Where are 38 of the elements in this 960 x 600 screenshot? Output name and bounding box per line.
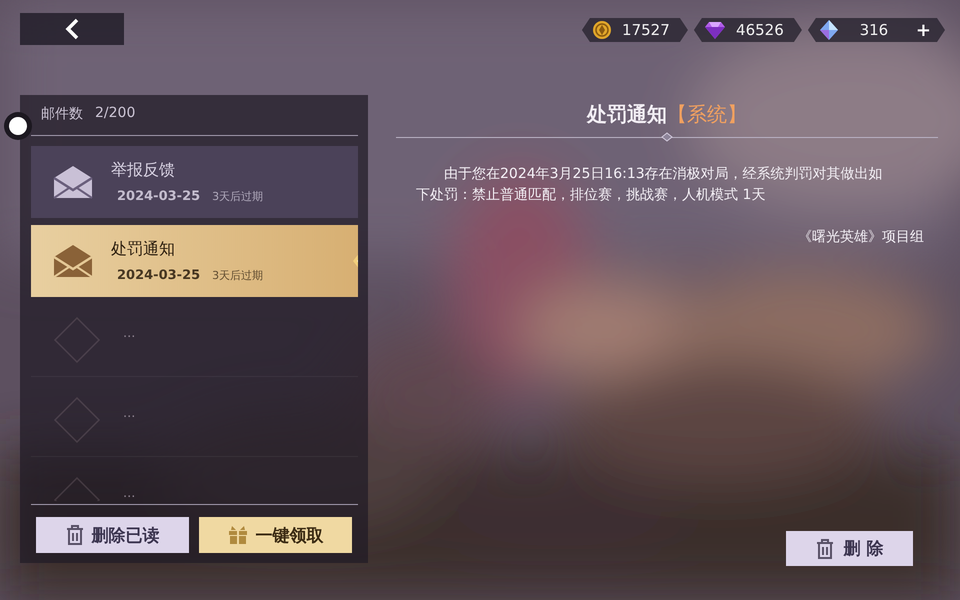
- empty-slot-icon: [53, 396, 101, 444]
- claim-all-button[interactable]: 一键领取: [199, 517, 352, 553]
- empty-slot-text: ...: [123, 406, 136, 420]
- empty-slot-text: ...: [123, 326, 136, 340]
- gem-icon: [704, 20, 726, 40]
- mail-date: 2024-03-25: [117, 268, 200, 283]
- empty-slot-text: ...: [123, 486, 136, 500]
- gift-icon: [228, 525, 248, 545]
- back-icon: [65, 18, 79, 40]
- currency-amount: 17527: [621, 21, 671, 39]
- envelope-icon: [53, 165, 93, 199]
- mail-count: 2/200: [95, 105, 136, 123]
- envelope-icon: [53, 244, 93, 278]
- delete-read-button[interactable]: 删除已读: [36, 517, 189, 553]
- message-signature: 《曙光英雄》项目组: [798, 228, 924, 246]
- mail-title: 举报反馈: [111, 160, 176, 181]
- currency-amount: 316: [858, 21, 890, 39]
- mail-date: 2024-03-25: [117, 189, 200, 204]
- message-body: 由于您在2024年3月25日16:13存在消极对局，经系统判罚对其做出如下处罚：禁止普通匹配，排位赛，挑战赛，人机模式 1天: [415, 165, 884, 205]
- coin-icon: [592, 20, 612, 40]
- empty-slot-icon: [53, 316, 101, 364]
- ornament-icon: [660, 132, 674, 142]
- message-tag: 【系统】: [667, 101, 747, 128]
- mail-expiry: 3天后过期: [212, 268, 264, 283]
- message-title: 处罚通知: [587, 101, 667, 128]
- mail-item[interactable]: 举报反馈 2024-03-25 3天后过期: [31, 146, 358, 218]
- crystal-icon: [818, 19, 840, 41]
- trash-icon: [66, 525, 84, 545]
- back-button[interactable]: [20, 13, 124, 45]
- mail-expiry: 3天后过期: [212, 189, 264, 204]
- currency-amount: 46526: [735, 21, 785, 39]
- mail-item[interactable]: 处罚通知 2024-03-25 3天后过期: [31, 225, 358, 297]
- trash-icon: [816, 538, 834, 558]
- mail-title: 处罚通知: [111, 239, 176, 260]
- mail-count-label: 邮件数: [41, 105, 83, 124]
- handle-icon[interactable]: [3, 111, 33, 141]
- add-button[interactable]: +: [908, 20, 931, 40]
- delete-button[interactable]: 删 除: [786, 531, 913, 566]
